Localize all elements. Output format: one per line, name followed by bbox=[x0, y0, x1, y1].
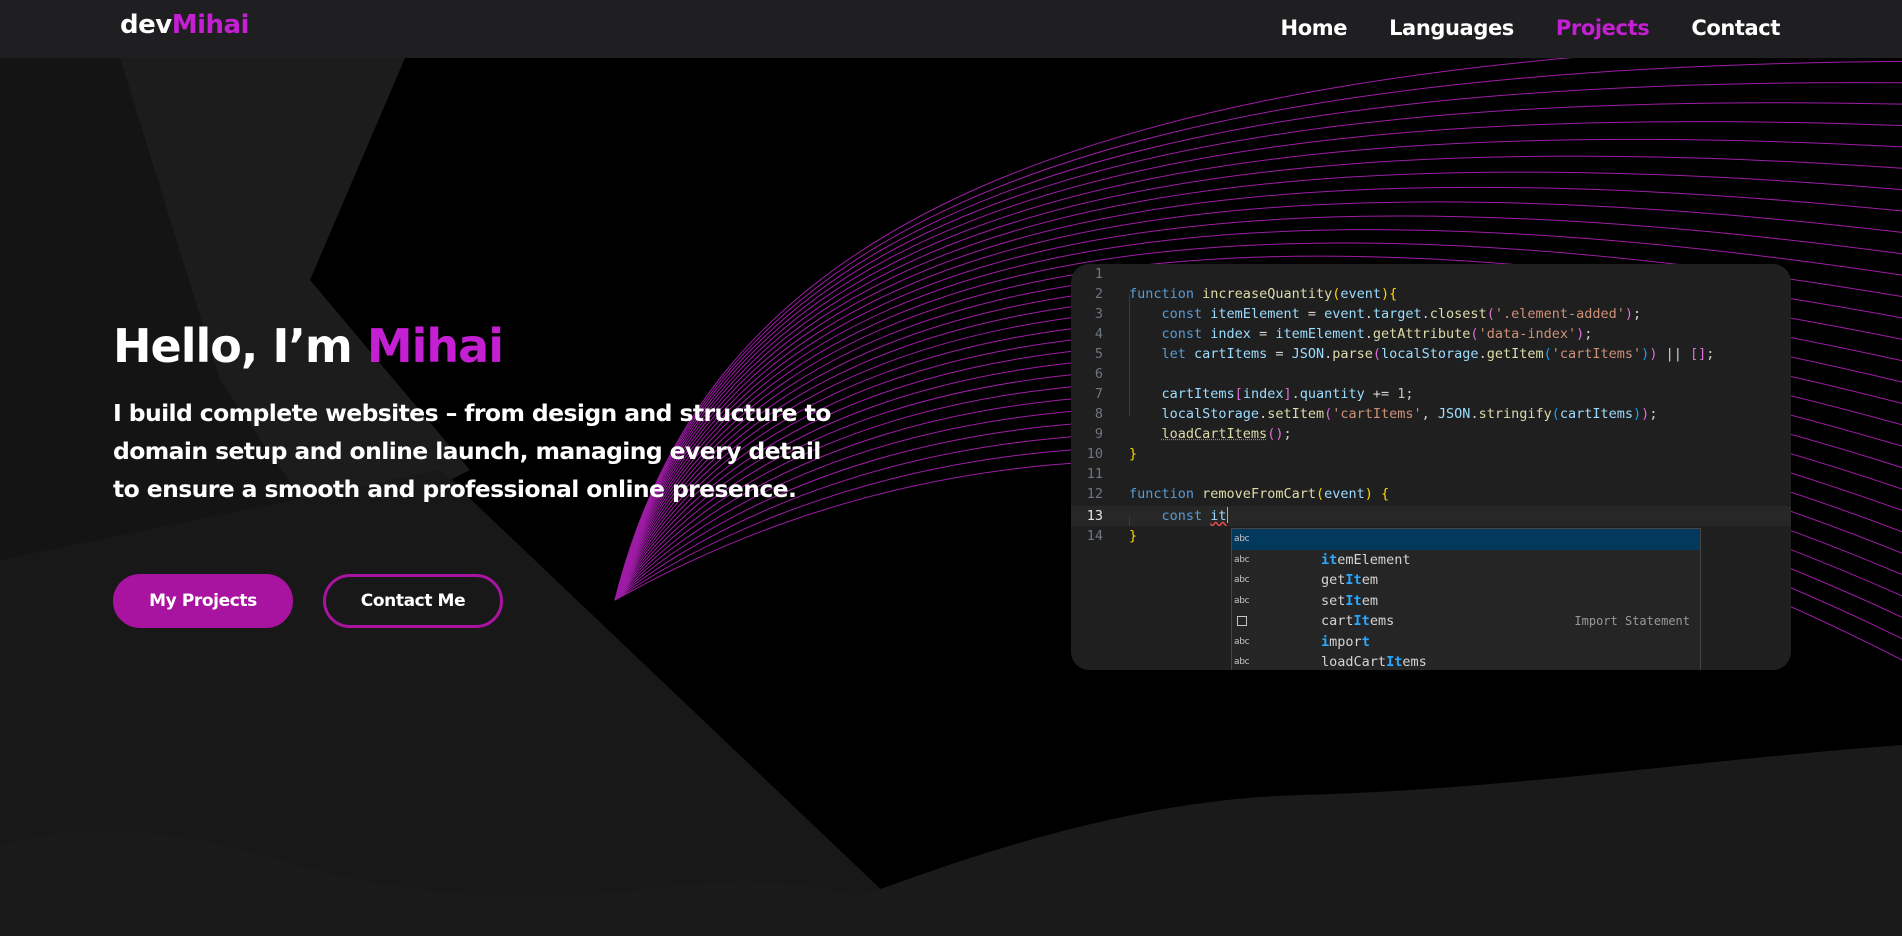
hero-buttons: My Projects Contact Me bbox=[113, 574, 503, 628]
text-icon: abc bbox=[1234, 554, 1250, 565]
hero-title-accent: Mihai bbox=[366, 319, 504, 373]
line-number: 12 bbox=[1086, 486, 1103, 502]
code-text: const itemElement = event.target.closest… bbox=[1161, 306, 1642, 322]
nav-link-languages[interactable]: Languages bbox=[1389, 16, 1514, 40]
text-icon: abc bbox=[1234, 534, 1250, 544]
line-number: 8 bbox=[1094, 406, 1103, 422]
contact-me-button[interactable]: Contact Me bbox=[323, 574, 503, 628]
text-icon: abc bbox=[1234, 636, 1250, 647]
code-editor: 1 2 function increaseQuantity(event){ 3 c… bbox=[1071, 264, 1791, 670]
suggestion-detail: Import Statement bbox=[1574, 614, 1690, 628]
line-number: 4 bbox=[1094, 326, 1103, 342]
suggestion-item[interactable]: abcincreaseQuantity bbox=[1232, 652, 1700, 670]
code-text: cartItems[index].quantity += 1; bbox=[1161, 386, 1414, 402]
text-icon: abc bbox=[1234, 595, 1250, 606]
hero-title: Hello, I’m Mihai bbox=[113, 318, 833, 374]
code-text: function removeFromCart(event) { bbox=[1129, 486, 1390, 502]
line-number: 10 bbox=[1086, 446, 1103, 462]
site-logo[interactable]: devMihai bbox=[120, 10, 249, 40]
logo-prefix: dev bbox=[120, 10, 172, 40]
nav-link-home[interactable]: Home bbox=[1281, 16, 1348, 40]
suggestion-item[interactable]: abc loadCartItems bbox=[1232, 632, 1700, 671]
nav-link-projects[interactable]: Projects bbox=[1556, 16, 1650, 40]
code-text: } bbox=[1129, 528, 1138, 544]
hero-title-prefix: Hello, I’m bbox=[113, 319, 367, 373]
hero-section: Hello, I’m Mihai I build complete websit… bbox=[113, 318, 833, 628]
code-text: const index = itemElement.getAttribute('… bbox=[1161, 326, 1593, 342]
line-number: 1 bbox=[1094, 266, 1103, 282]
code-text: let cartItems = JSON.parse(localStorage.… bbox=[1161, 346, 1715, 362]
autocomplete-suggestions: abc itemElement abc getItem abc setItem abc… bbox=[1231, 528, 1701, 670]
code-text: function increaseQuantity(event){ bbox=[1129, 286, 1398, 302]
line-number: 3 bbox=[1094, 306, 1103, 322]
my-projects-button[interactable]: My Projects bbox=[113, 574, 293, 628]
line-number: 13 bbox=[1086, 508, 1103, 524]
nav-links: Home Languages Projects Contact bbox=[1281, 16, 1781, 40]
snippet-icon bbox=[1237, 616, 1247, 626]
line-number: 2 bbox=[1094, 286, 1103, 302]
line-number: 9 bbox=[1094, 426, 1103, 442]
logo-accent: Mihai bbox=[171, 10, 250, 40]
navbar: devMihai Home Languages Projects Contact bbox=[0, 0, 1902, 58]
code-text: loadCartItems(); bbox=[1161, 426, 1292, 442]
suggestion-item[interactable]: import Import Statement bbox=[1232, 611, 1700, 650]
text-caret bbox=[1226, 507, 1228, 523]
nav-link-contact[interactable]: Contact bbox=[1691, 16, 1780, 40]
line-number: 6 bbox=[1094, 366, 1103, 382]
code-text: } bbox=[1129, 446, 1138, 462]
line-number: 11 bbox=[1086, 466, 1103, 482]
suggestion-item[interactable]: abc getItem bbox=[1232, 550, 1700, 589]
code-text: const it bbox=[1161, 507, 1228, 524]
code-text: localStorage.setItem('cartItems', JSON.s… bbox=[1161, 406, 1658, 422]
suggestion-item[interactable]: abc itemElement bbox=[1232, 529, 1700, 568]
hero-description: I build complete websites – from design … bbox=[113, 399, 831, 503]
text-icon: abc bbox=[1234, 657, 1250, 667]
page: devMihai Home Languages Projects Contact… bbox=[0, 0, 1902, 936]
line-number: 14 bbox=[1086, 528, 1103, 544]
suggestion-item[interactable]: abc setItem bbox=[1232, 570, 1700, 609]
line-number: 5 bbox=[1094, 346, 1103, 362]
line-number: 7 bbox=[1094, 386, 1103, 402]
text-icon: abc bbox=[1234, 575, 1250, 585]
bg-bottom-hill bbox=[760, 745, 1902, 936]
suggestion-item[interactable]: abc cartItems bbox=[1232, 591, 1700, 630]
